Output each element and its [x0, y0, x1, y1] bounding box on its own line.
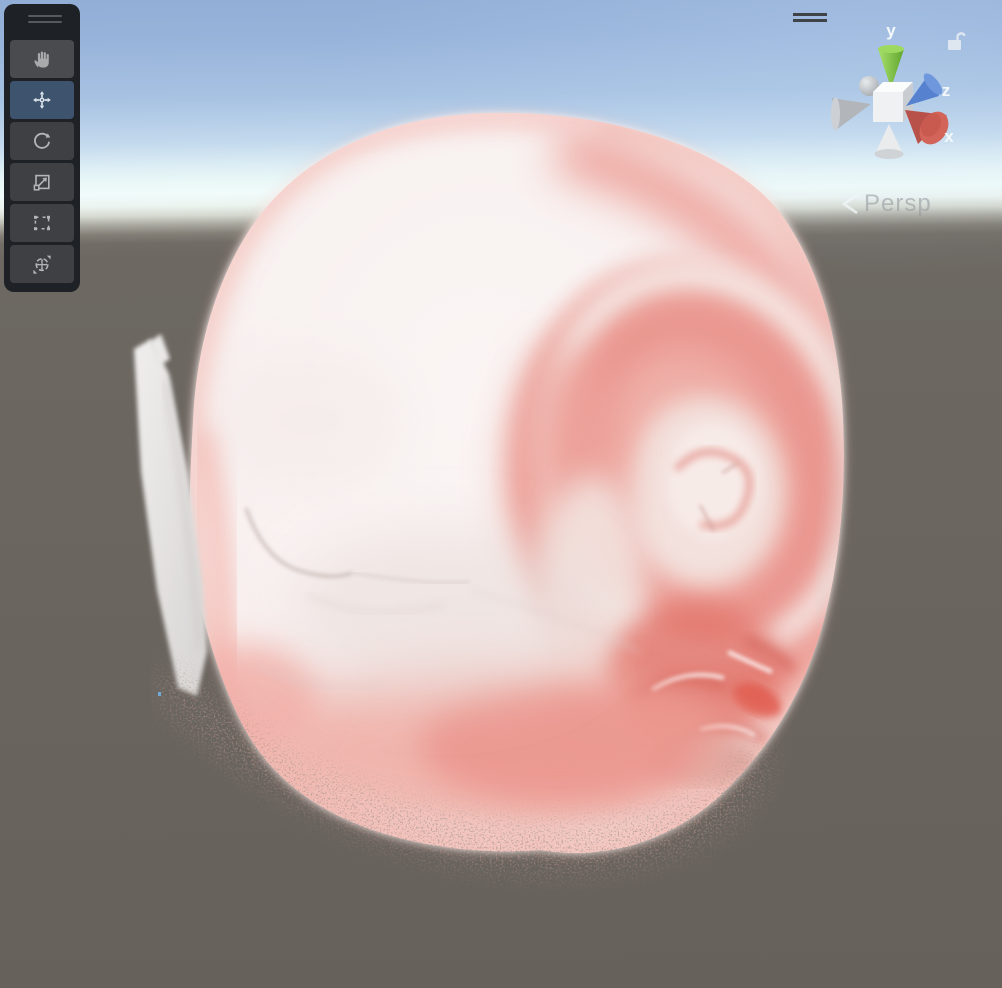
- rect-handles-icon: [30, 211, 54, 235]
- tool-button-rect[interactable]: [10, 204, 74, 242]
- gizmo-axis-negative-y-cone[interactable]: [875, 124, 904, 159]
- speckle-noise: [150, 640, 810, 890]
- move-arrows-icon: [30, 88, 54, 112]
- tool-button-scale[interactable]: [10, 163, 74, 201]
- gizmo-axis-y-label: y: [886, 21, 896, 40]
- tools-overlay: [4, 4, 80, 292]
- head-volume[interactable]: [134, 113, 906, 890]
- chevron-left-icon: [836, 190, 862, 218]
- hand-icon: [30, 47, 54, 71]
- gizmo-axis-z-label: z: [942, 81, 951, 100]
- rotate-circle-icon: [30, 129, 54, 153]
- projection-toggle[interactable]: Persp: [836, 190, 932, 218]
- gizmo-axis-y-cone[interactable]: [878, 45, 904, 88]
- tool-button-view-hand[interactable]: [10, 40, 74, 78]
- tool-button-rotate[interactable]: [10, 122, 74, 160]
- gizmo-center-cube[interactable]: [873, 82, 913, 122]
- gizmo-axis-x-label: x: [944, 127, 954, 146]
- stray-blue-pixel: [158, 692, 161, 696]
- tool-button-transform[interactable]: [10, 245, 74, 283]
- projection-label: Persp: [864, 190, 932, 218]
- transform-combined-icon: [30, 252, 54, 276]
- unlocked-padlock-icon[interactable]: [944, 28, 968, 52]
- scene-viewport[interactable]: y z x: [0, 0, 1002, 988]
- scale-square-icon: [30, 170, 54, 194]
- tool-button-move[interactable]: [10, 81, 74, 119]
- hamburger-icon: [793, 19, 827, 22]
- drag-handle-icon[interactable]: [28, 15, 62, 24]
- hamburger-icon: [793, 13, 827, 16]
- scene-menu-button[interactable]: [793, 13, 827, 25]
- gizmo-axis-negative-cone[interactable]: [831, 98, 871, 131]
